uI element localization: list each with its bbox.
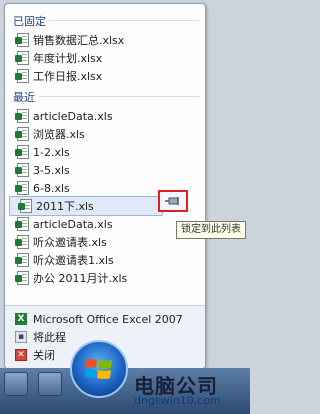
excel-file-icon (15, 253, 29, 267)
excel-file-icon (15, 69, 29, 83)
excel-file-icon (15, 217, 29, 231)
pinned-item-label: 销售数据汇总.xlsx (33, 34, 125, 47)
pinned-item-label: 工作日报.xlsx (33, 70, 103, 83)
excel-file-icon (15, 271, 29, 285)
excel-file-icon (15, 127, 29, 141)
task-label: 将此程 (33, 331, 66, 344)
recent-item[interactable]: articleData.xls (7, 107, 203, 125)
recent-item[interactable]: 1-2.xls (7, 143, 203, 161)
excel-file-icon (15, 235, 29, 249)
task-label: Microsoft Office Excel 2007 (33, 312, 183, 326)
pinned-item-label: 年度计划.xlsx (33, 52, 103, 65)
recent-item-label: 2011下.xls (36, 200, 94, 213)
unpin-icon: ▪ (15, 331, 27, 343)
taskbar-button[interactable] (4, 372, 28, 396)
taskbar-word-button[interactable] (38, 372, 62, 396)
recent-item-label: 浏览器.xls (33, 128, 85, 141)
pin-tooltip: 锁定到此列表 (176, 221, 246, 239)
recent-item[interactable]: 浏览器.xls (7, 125, 203, 143)
recent-item-label: 听众邀请表1.xls (33, 254, 114, 267)
recent-item[interactable]: 办公 2011月计.xls (7, 269, 203, 287)
excel-file-icon (18, 199, 32, 213)
excel-file-icon (15, 181, 29, 195)
pinned-item[interactable]: 工作日报.xlsx (7, 67, 203, 85)
recent-item-label: 听众邀请表.xls (33, 236, 107, 249)
start-button[interactable] (70, 340, 128, 398)
pinned-section-header: 已固定 (13, 13, 46, 29)
jump-list-panel: 已固定 销售数据汇总.xlsx 年度计划.xlsx 工作日报.xlsx 最近 a… (4, 3, 206, 369)
windows-logo-icon (85, 359, 112, 379)
recent-item[interactable]: 听众邀请表.xls (7, 233, 203, 251)
recent-item-hovered[interactable]: 2011下.xls (9, 196, 163, 216)
recent-item[interactable]: 3-5.xls (7, 161, 203, 179)
close-window-icon: ✕ (15, 349, 27, 361)
recent-item[interactable]: articleData.xls (7, 215, 203, 233)
task-open-excel[interactable]: X Microsoft Office Excel 2007 (7, 310, 203, 328)
pinned-item[interactable]: 年度计划.xlsx (7, 49, 203, 67)
recent-section-header: 最近 (13, 89, 35, 105)
excel-file-icon (15, 33, 29, 47)
recent-item-label: articleData.xls (33, 109, 113, 123)
excel-file-icon (15, 51, 29, 65)
excel-file-icon (15, 163, 29, 177)
recent-item-label: articleData.xls (33, 217, 113, 231)
pin-to-list-button[interactable] (158, 190, 188, 212)
recent-item-label: 1-2.xls (33, 145, 70, 159)
pinned-header-label: 已固定 (13, 15, 46, 28)
recent-header-label: 最近 (13, 91, 35, 104)
recent-item-label: 6-8.xls (33, 181, 70, 195)
excel-file-icon (15, 145, 29, 159)
task-label: 关闭 (33, 349, 55, 362)
excel-icon: X (15, 313, 27, 325)
recent-item-label: 3-5.xls (33, 163, 70, 177)
recent-item-label: 办公 2011月计.xls (33, 272, 128, 285)
watermark-url: dngswin10.com (134, 394, 221, 407)
pinned-item[interactable]: 销售数据汇总.xlsx (7, 31, 203, 49)
recent-item[interactable]: 听众邀请表1.xls (7, 251, 203, 269)
pin-icon (165, 197, 179, 205)
excel-file-icon (15, 109, 29, 123)
